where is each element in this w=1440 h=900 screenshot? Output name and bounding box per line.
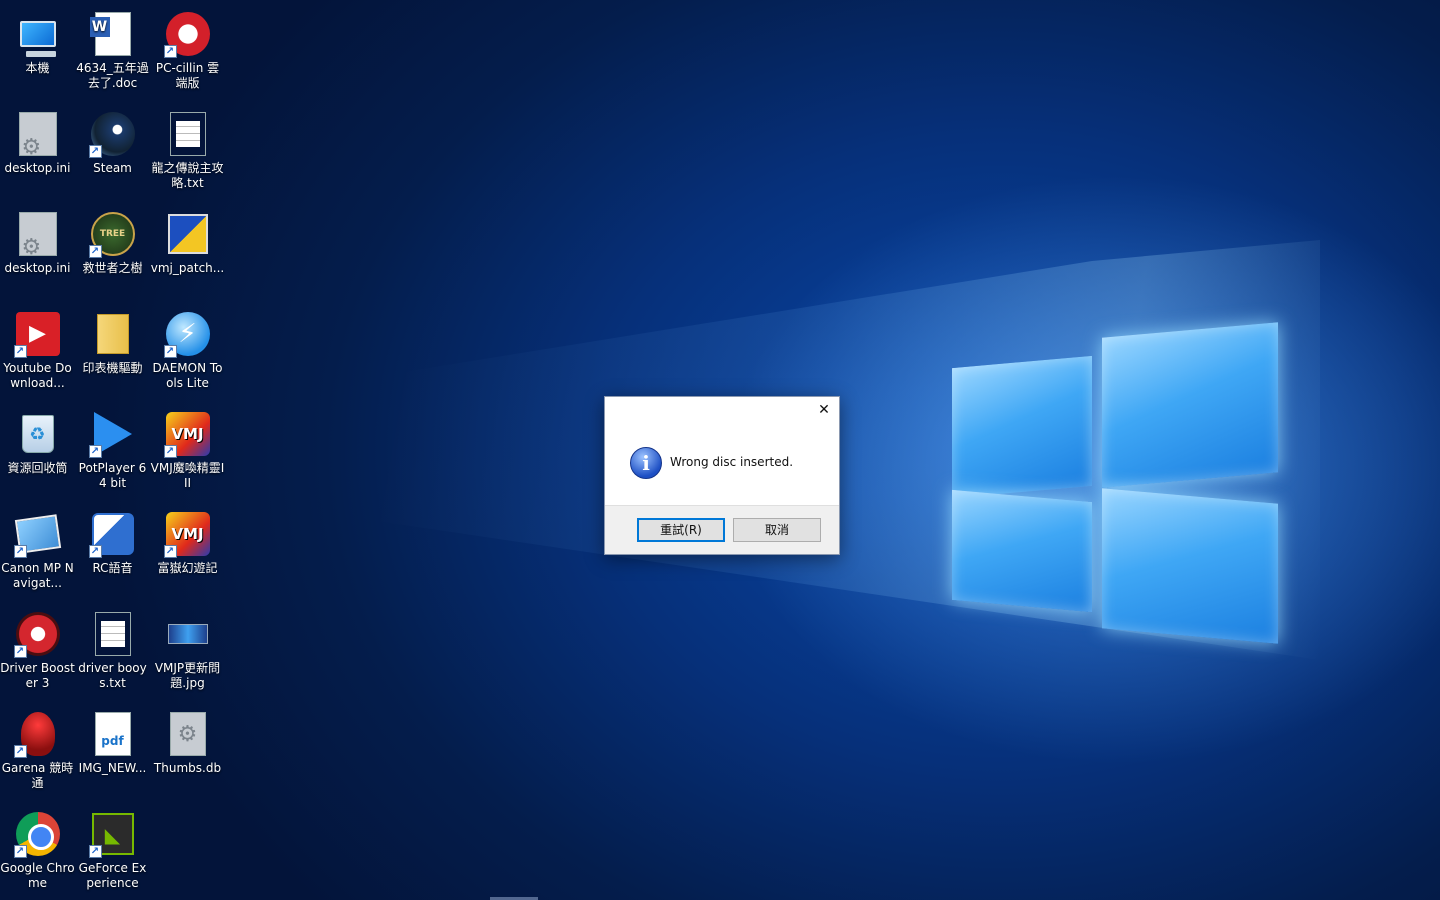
logo-pane-bottom-left [952, 489, 1092, 613]
desktop-icon-label: Canon MP Navigat... [1, 561, 74, 590]
desktop-icon-youtube-downloader[interactable]: ▶ ↗ Youtube Download... [0, 304, 75, 400]
desktop-icon-img-new-pdf[interactable]: pdf IMG_NEW... [75, 704, 150, 800]
desktop-icon-label: VMJ魔喚精靈III [150, 461, 225, 490]
logo-pane-top-left [952, 356, 1092, 498]
desktop-icon-recycle-bin[interactable]: ♻ 資源回收筒 [0, 404, 75, 500]
settings-file-icon [18, 212, 57, 256]
desktop-icon-desktop-ini-2[interactable]: desktop.ini [0, 204, 75, 300]
desktop-icon-label: VMJP更新問題.jpg [154, 661, 221, 690]
shortcut-arrow-icon: ↗ [88, 545, 102, 558]
desktop-icon-word-doc[interactable]: 4634_五年過去了.doc [75, 4, 150, 100]
desktop-icon-label: Steam [93, 161, 132, 175]
desktop-icon-label: Garena 競時通 [1, 761, 74, 790]
shortcut-arrow-icon: ↗ [13, 645, 27, 658]
desktop-icon-label: Driver Booster 3 [0, 661, 75, 690]
error-dialog: ✕ i Wrong disc inserted. 重試(R) 取消 [604, 396, 840, 555]
desktop-icon-desktop-ini[interactable]: desktop.ini [0, 104, 75, 200]
recycle-bin-icon: ♻ [21, 415, 54, 453]
desktop-icon-garena[interactable]: ↗ Garena 競時通 [0, 704, 75, 800]
dialog-footer: 重試(R) 取消 [605, 505, 839, 554]
shortcut-arrow-icon: ↗ [163, 45, 177, 58]
computer-icon [19, 21, 56, 57]
desktop-icon-driver-booys-txt[interactable]: driver booys.txt [75, 604, 150, 700]
desktop-icon-label: DAEMON Tools Lite [152, 361, 223, 390]
shortcut-arrow-icon: ↗ [163, 545, 177, 558]
text-file-icon [94, 612, 131, 656]
desktop-icon-label: IMG_NEW... [78, 761, 147, 775]
desktop-icon-label: desktop.ini [4, 261, 71, 275]
desktop-icon-vmj-patch[interactable]: vmj_patch... [150, 204, 225, 300]
desktop-icon-tree-of-savior[interactable]: TREE ↗ 救世者之樹 [75, 204, 150, 300]
shortcut-arrow-icon: ↗ [163, 445, 177, 458]
desktop-icon-fuyue-game[interactable]: VMJ ↗ 富嶽幻遊記 [150, 504, 225, 600]
desktop-icon-steam[interactable]: ↗ Steam [75, 104, 150, 200]
shortcut-arrow-icon: ↗ [88, 145, 102, 158]
pdf-file-icon: pdf [94, 712, 131, 756]
desktop-icon-label: 富嶽幻遊記 [157, 561, 218, 575]
desktop-icon-label: PC-cillin 雲端版 [155, 61, 220, 90]
word-document-icon [89, 12, 131, 56]
desktop-icon-thumbs-db[interactable]: ⚙ Thumbs.db [150, 704, 225, 800]
desktop-icon-label: RC語音 [92, 561, 133, 575]
desktop-icon-label: 印表機驅動 [82, 361, 143, 375]
desktop-icon-label: GeForce Experience [78, 861, 147, 890]
desktop-icon-label: desktop.ini [4, 161, 71, 175]
desktop-icon-geforce-experience[interactable]: ◣ ↗ GeForce Experience [75, 804, 150, 900]
shortcut-arrow-icon: ↗ [13, 845, 27, 858]
desktop-icon-rc-voice[interactable]: ↗ RC語音 [75, 504, 150, 600]
shortcut-arrow-icon: ↗ [13, 345, 27, 358]
logo-pane-top-right [1102, 322, 1278, 488]
desktop-icon-label: 4634_五年過去了.doc [76, 61, 149, 90]
desktop-icon-label: Thumbs.db [153, 761, 222, 775]
desktop-icon-label: vmj_patch... [150, 261, 225, 275]
desktop-icon-driver-booster[interactable]: ↗ Driver Booster 3 [0, 604, 75, 700]
text-file-icon [169, 112, 206, 156]
shortcut-arrow-icon: ↗ [88, 445, 102, 458]
retry-button[interactable]: 重試(R) [637, 518, 725, 542]
desktop-icon-this-pc[interactable]: 本機 [0, 4, 75, 100]
desktop-icon-potplayer[interactable]: ↗ PotPlayer 64 bit [75, 404, 150, 500]
desktop-icon-label: Youtube Download... [3, 361, 72, 390]
desktop-icon-label: driver booys.txt [78, 661, 147, 690]
desktop-icon-canon-navigator[interactable]: ↗ Canon MP Navigat... [0, 504, 75, 600]
shortcut-arrow-icon: ↗ [13, 745, 27, 758]
desktop-icon-vmjp-jpg[interactable]: VMJP更新問題.jpg [150, 604, 225, 700]
desktop-icon-vmj-3[interactable]: VMJ ↗ VMJ魔喚精靈III [150, 404, 225, 500]
desktop-icon-label: Google Chrome [0, 861, 75, 890]
shortcut-arrow-icon: ↗ [88, 845, 102, 858]
shortcut-arrow-icon: ↗ [88, 245, 102, 258]
desktop-icon-label: PotPlayer 64 bit [78, 461, 147, 490]
desktop-icon-printer-driver-folder[interactable]: 印表機驅動 [75, 304, 150, 400]
desktop-icon-label: 本機 [25, 61, 50, 75]
close-icon[interactable]: ✕ [809, 397, 839, 423]
desktop-icon-pc-cillin[interactable]: ↗ PC-cillin 雲端版 [150, 4, 225, 100]
desktop-icon-daemon-tools[interactable]: ⚡ ↗ DAEMON Tools Lite [150, 304, 225, 400]
installer-icon [167, 214, 208, 254]
folder-icon [96, 314, 129, 354]
desktop-icon-label: 龍之傳說主攻略.txt [151, 161, 224, 190]
cancel-button[interactable]: 取消 [733, 518, 821, 542]
logo-pane-bottom-right [1102, 488, 1278, 644]
desktop-icon-dragon-guide-txt[interactable]: 龍之傳說主攻略.txt [150, 104, 225, 200]
shortcut-arrow-icon: ↗ [163, 345, 177, 358]
desktop-icon-google-chrome[interactable]: ↗ Google Chrome [0, 804, 75, 900]
image-file-icon [167, 624, 208, 644]
desktop-icon-label: 資源回收筒 [7, 461, 68, 475]
database-file-icon: ⚙ [169, 712, 206, 756]
dialog-message: Wrong disc inserted. [670, 455, 794, 469]
dialog-body: i Wrong disc inserted. [605, 423, 839, 507]
settings-file-icon [18, 112, 57, 156]
shortcut-arrow-icon: ↗ [13, 545, 27, 558]
desktop-icon-label: 救世者之樹 [82, 261, 143, 275]
information-icon: i [630, 447, 662, 479]
windows-logo-wallpaper [946, 316, 1286, 656]
